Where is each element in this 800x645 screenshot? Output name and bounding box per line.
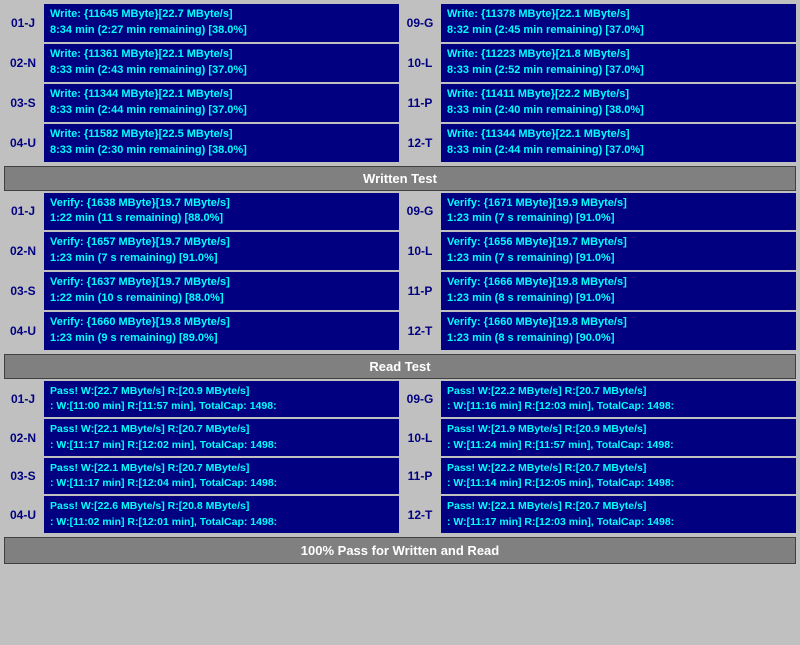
- table-row: 01-JVerify: {1638 MByte}[19.7 MByte/s] 1…: [4, 193, 796, 231]
- right-device-label: 12-T: [401, 496, 439, 532]
- left-data-cell: Write: {11582 MByte}[22.5 MByte/s] 8:33 …: [44, 124, 399, 162]
- verify-section: 01-JVerify: {1638 MByte}[19.7 MByte/s] 1…: [4, 193, 796, 351]
- main-container: 01-JWrite: {11645 MByte}[22.7 MByte/s] 8…: [0, 0, 800, 568]
- right-device-label: 11-P: [401, 272, 439, 310]
- right-data-cell: Verify: {1656 MByte}[19.7 MByte/s] 1:23 …: [441, 232, 796, 270]
- left-data-cell: Pass! W:[22.6 MByte/s] R:[20.8 MByte/s] …: [44, 496, 399, 532]
- right-data-cell: Write: {11223 MByte}[21.8 MByte/s] 8:33 …: [441, 44, 796, 82]
- left-device-label: 01-J: [4, 4, 42, 42]
- right-device-label: 10-L: [401, 419, 439, 455]
- right-device-label: 11-P: [401, 84, 439, 122]
- left-device-label: 04-U: [4, 312, 42, 350]
- left-device-label: 03-S: [4, 458, 42, 494]
- left-device-label: 01-J: [4, 193, 42, 231]
- right-data-cell: Pass! W:[22.1 MByte/s] R:[20.7 MByte/s] …: [441, 496, 796, 532]
- table-row: 04-UPass! W:[22.6 MByte/s] R:[20.8 MByte…: [4, 496, 796, 532]
- table-row: 02-NWrite: {11361 MByte}[22.1 MByte/s] 8…: [4, 44, 796, 82]
- right-data-cell: Pass! W:[22.2 MByte/s] R:[20.7 MByte/s] …: [441, 381, 796, 417]
- left-device-label: 02-N: [4, 419, 42, 455]
- left-device-label: 03-S: [4, 84, 42, 122]
- right-device-label: 12-T: [401, 312, 439, 350]
- right-data-cell: Write: {11411 MByte}[22.2 MByte/s] 8:33 …: [441, 84, 796, 122]
- bottom-status-bar: 100% Pass for Written and Read: [4, 537, 796, 564]
- right-device-label: 09-G: [401, 193, 439, 231]
- left-data-cell: Pass! W:[22.7 MByte/s] R:[20.9 MByte/s] …: [44, 381, 399, 417]
- table-row: 04-UWrite: {11582 MByte}[22.5 MByte/s] 8…: [4, 124, 796, 162]
- right-device-label: 10-L: [401, 44, 439, 82]
- right-data-cell: Verify: {1671 MByte}[19.9 MByte/s] 1:23 …: [441, 193, 796, 231]
- left-data-cell: Verify: {1637 MByte}[19.7 MByte/s] 1:22 …: [44, 272, 399, 310]
- right-data-cell: Pass! W:[22.2 MByte/s] R:[20.7 MByte/s] …: [441, 458, 796, 494]
- left-device-label: 02-N: [4, 232, 42, 270]
- left-data-cell: Write: {11645 MByte}[22.7 MByte/s] 8:34 …: [44, 4, 399, 42]
- left-data-cell: Verify: {1638 MByte}[19.7 MByte/s] 1:22 …: [44, 193, 399, 231]
- right-data-cell: Verify: {1660 MByte}[19.8 MByte/s] 1:23 …: [441, 312, 796, 350]
- table-row: 04-UVerify: {1660 MByte}[19.8 MByte/s] 1…: [4, 312, 796, 350]
- right-device-label: 09-G: [401, 381, 439, 417]
- left-data-cell: Write: {11344 MByte}[22.1 MByte/s] 8:33 …: [44, 84, 399, 122]
- left-device-label: 04-U: [4, 496, 42, 532]
- left-data-cell: Pass! W:[22.1 MByte/s] R:[20.7 MByte/s] …: [44, 419, 399, 455]
- left-data-cell: Write: {11361 MByte}[22.1 MByte/s] 8:33 …: [44, 44, 399, 82]
- left-device-label: 04-U: [4, 124, 42, 162]
- left-data-cell: Verify: {1660 MByte}[19.8 MByte/s] 1:23 …: [44, 312, 399, 350]
- table-row: 01-JWrite: {11645 MByte}[22.7 MByte/s] 8…: [4, 4, 796, 42]
- table-row: 03-SVerify: {1637 MByte}[19.7 MByte/s] 1…: [4, 272, 796, 310]
- read-test-rows: 01-JPass! W:[22.7 MByte/s] R:[20.9 MByte…: [4, 381, 796, 533]
- right-device-label: 11-P: [401, 458, 439, 494]
- right-device-label: 09-G: [401, 4, 439, 42]
- right-data-cell: Write: {11378 MByte}[22.1 MByte/s] 8:32 …: [441, 4, 796, 42]
- written-test-header: Written Test: [4, 166, 796, 191]
- table-row: 03-SWrite: {11344 MByte}[22.1 MByte/s] 8…: [4, 84, 796, 122]
- left-device-label: 01-J: [4, 381, 42, 417]
- left-data-cell: Verify: {1657 MByte}[19.7 MByte/s] 1:23 …: [44, 232, 399, 270]
- read-test-header: Read Test: [4, 354, 796, 379]
- left-data-cell: Pass! W:[22.1 MByte/s] R:[20.7 MByte/s] …: [44, 458, 399, 494]
- table-row: 01-JPass! W:[22.7 MByte/s] R:[20.9 MByte…: [4, 381, 796, 417]
- verify-rows: 01-JVerify: {1638 MByte}[19.7 MByte/s] 1…: [4, 193, 796, 351]
- read-test-section: 01-JPass! W:[22.7 MByte/s] R:[20.9 MByte…: [4, 381, 796, 533]
- left-device-label: 02-N: [4, 44, 42, 82]
- right-data-cell: Write: {11344 MByte}[22.1 MByte/s] 8:33 …: [441, 124, 796, 162]
- right-device-label: 10-L: [401, 232, 439, 270]
- written-test-section: 01-JWrite: {11645 MByte}[22.7 MByte/s] 8…: [4, 4, 796, 191]
- table-row: 02-NVerify: {1657 MByte}[19.7 MByte/s] 1…: [4, 232, 796, 270]
- table-row: 02-NPass! W:[22.1 MByte/s] R:[20.7 MByte…: [4, 419, 796, 455]
- written-test-rows: 01-JWrite: {11645 MByte}[22.7 MByte/s] 8…: [4, 4, 796, 162]
- right-data-cell: Verify: {1666 MByte}[19.8 MByte/s] 1:23 …: [441, 272, 796, 310]
- right-data-cell: Pass! W:[21.9 MByte/s] R:[20.9 MByte/s] …: [441, 419, 796, 455]
- right-device-label: 12-T: [401, 124, 439, 162]
- left-device-label: 03-S: [4, 272, 42, 310]
- table-row: 03-SPass! W:[22.1 MByte/s] R:[20.7 MByte…: [4, 458, 796, 494]
